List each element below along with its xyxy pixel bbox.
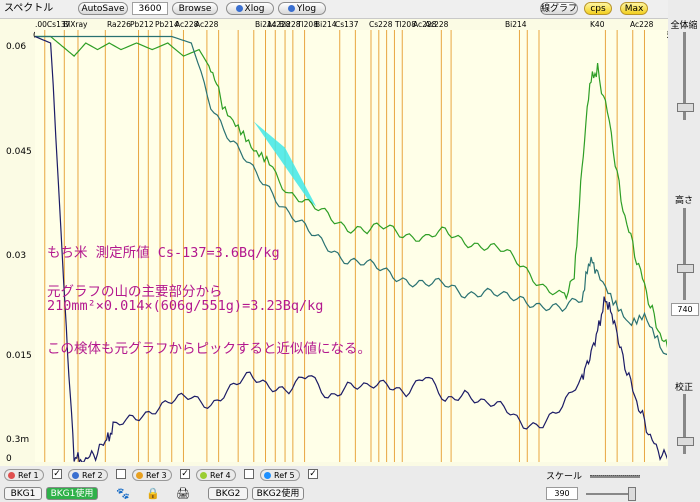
graph-mode-button[interactable]: 線グラフ: [540, 2, 578, 15]
right-panel: 全体縮 高さ 740 校正 630: [668, 0, 700, 501]
ylog-button[interactable]: Ylog: [278, 2, 326, 15]
height-track: [683, 208, 686, 300]
nuclide-label: Bi214: [505, 20, 527, 29]
xlog-button[interactable]: Xlog: [226, 2, 274, 15]
bkg1-button[interactable]: BKG1: [4, 487, 42, 500]
y-tick-label: 0.06: [6, 42, 27, 52]
scale-slider[interactable]: [628, 487, 636, 501]
scale-value[interactable]: 390: [546, 487, 578, 500]
printer-icon[interactable]: 🖨: [176, 487, 190, 500]
y-tick-label: 0.015: [6, 351, 32, 361]
height-label: 高さ: [674, 196, 693, 206]
nuclide-label: K40: [590, 20, 605, 29]
time-field[interactable]: 3600: [132, 2, 168, 15]
full-scale-label: 全体縮: [670, 21, 698, 31]
nuclide-label: Bi214: [315, 20, 337, 29]
max-button[interactable]: Max: [620, 2, 648, 15]
nuclide-label: Ac228: [425, 20, 449, 29]
cps-button[interactable]: cps: [584, 2, 612, 15]
nuclide-label: Ac228: [630, 20, 654, 29]
height-slider[interactable]: [677, 264, 694, 273]
nuclide-label: Cs228: [369, 20, 393, 29]
browse-button[interactable]: Browse: [172, 2, 218, 15]
annotation-line-1: もち米 測定所値 Cs-137=3.6Bq/kg: [47, 245, 280, 261]
toolbar: スペクトル AutoSave 3600 Browse Xlog Ylog 線グラ…: [0, 0, 700, 19]
nuclide-label: BiXray: [63, 20, 88, 29]
paw-icon[interactable]: 🐾: [116, 487, 130, 500]
bottom-bar: Ref 1 ✓ Ref 2 Ref 3 ✓ Ref 4 Ref 5 ✓ BKG1…: [0, 466, 700, 502]
ref2-button[interactable]: Ref 2: [68, 469, 108, 481]
ref1-button[interactable]: Ref 1: [4, 469, 44, 481]
annotation-line-3: 210mm²×0.014×(606g/551g)=3.23Bq/kg: [47, 298, 324, 314]
ref5-button[interactable]: Ref 5: [260, 469, 300, 481]
window-title: スペクトル: [4, 3, 54, 14]
bkg2-button[interactable]: BKG2: [208, 487, 248, 500]
lock-icon[interactable]: 🔒: [146, 487, 160, 500]
height-value[interactable]: 740: [671, 303, 699, 316]
calib-label: 校正: [674, 383, 693, 393]
bkg1-use-button[interactable]: BKG1使用: [46, 487, 98, 500]
y-tick-label: 0.03: [6, 251, 27, 261]
ref3-button[interactable]: Ref 3: [132, 469, 172, 481]
annotation-line-2: 元グラフの山の主要部分から: [47, 284, 223, 300]
bkg2-use-button[interactable]: BKG2使用: [252, 487, 304, 500]
ylog-radio-icon: [287, 5, 295, 12]
ylog-label: Ylog: [296, 4, 317, 14]
ref3-checkbox[interactable]: ✓: [180, 469, 190, 479]
full-scale-slider[interactable]: [677, 103, 694, 112]
ref2-checkbox[interactable]: [116, 469, 126, 479]
nuclide-label: Ra226: [107, 20, 131, 29]
calib-slider[interactable]: [677, 437, 694, 446]
nuclide-label: Cs137: [335, 20, 359, 29]
ref4-checkbox[interactable]: [244, 469, 254, 479]
xlog-label: Xlog: [244, 4, 265, 14]
scale-track: [590, 475, 640, 478]
y-tick-label: 0.3m: [6, 435, 30, 445]
scale-label: スケール: [546, 472, 583, 482]
ref4-button[interactable]: Ref 4: [196, 469, 236, 481]
y-tick-label: 0: [6, 454, 12, 464]
ref1-checkbox[interactable]: ✓: [52, 469, 62, 479]
xlog-radio-icon: [235, 5, 243, 12]
annotation-line-4: この検体も元グラフからピックすると近似値になる。: [47, 341, 371, 357]
y-tick-label: 0.045: [6, 147, 32, 157]
nuclide-label: Pb212: [130, 20, 154, 29]
nuclide-label: Ac228: [195, 20, 219, 29]
ref5-checkbox[interactable]: ✓: [308, 469, 318, 479]
scale-slider-track: [586, 493, 634, 495]
autosave-button[interactable]: AutoSave: [78, 2, 128, 15]
